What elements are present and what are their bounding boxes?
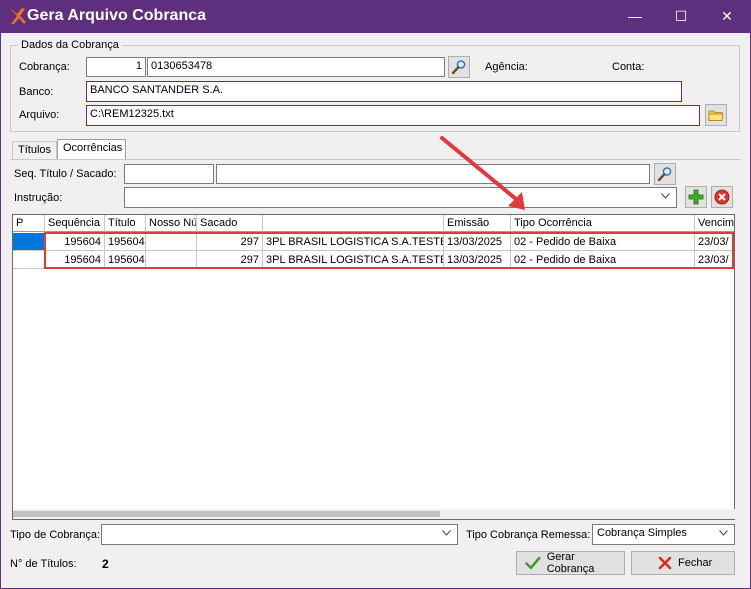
table-cell-sacado[interactable]: 297 <box>197 233 263 251</box>
tipo-remessa-select[interactable]: Cobrança Simples <box>592 524 735 545</box>
close-button[interactable]: ✕ <box>704 0 750 33</box>
table-cell-sequencia[interactable]: 195604 <box>45 251 105 269</box>
chevron-down-icon <box>661 193 670 199</box>
search-sacado-button[interactable] <box>654 163 676 185</box>
table-cell-sacado[interactable]: 297 <box>197 251 263 269</box>
search-cobranca-button[interactable] <box>448 56 470 78</box>
chevron-down-icon <box>719 530 728 536</box>
folder-icon <box>708 110 724 121</box>
fechar-button[interactable]: Fechar <box>631 551 735 575</box>
window-title: Gera Arquivo Cobranca <box>27 7 207 24</box>
checkmark-icon <box>525 556 541 570</box>
row-indicator[interactable] <box>13 251 45 269</box>
table-cell-nosso-numero[interactable] <box>146 251 197 269</box>
ntitulos-label: N° de Títulos: <box>10 558 77 570</box>
arquivo-label: Arquivo: <box>19 109 60 121</box>
column-header-p[interactable]: P <box>13 215 45 232</box>
column-header-sacado-nome[interactable] <box>263 215 444 232</box>
minimize-button[interactable]: — <box>612 0 658 33</box>
horizontal-scrollbar[interactable] <box>13 509 735 519</box>
table-cell-tipo-ocorrencia[interactable]: 02 - Pedido de Baixa <box>511 233 695 251</box>
search-icon <box>657 167 672 182</box>
column-header-titulo[interactable]: Título <box>105 215 146 232</box>
column-header-nosso-numero[interactable]: Nosso Nú <box>146 215 197 232</box>
banco-field[interactable]: BANCO SANTANDER S.A. <box>86 81 682 102</box>
ocorrencias-grid[interactable]: P Sequência Título Nosso Nú Sacado Emiss… <box>12 214 735 520</box>
title-bar: Gera Arquivo Cobranca — ☐ ✕ <box>0 0 751 33</box>
column-header-sacado[interactable]: Sacado <box>197 215 263 232</box>
column-header-vencimento[interactable]: Vencim <box>695 215 734 232</box>
cobranca-number-field[interactable]: 0130653478 <box>147 57 445 77</box>
banco-label: Banco: <box>19 86 54 98</box>
scrollbar-thumb[interactable] <box>13 511 440 517</box>
close-icon <box>658 556 672 570</box>
table-cell-tipo-ocorrencia[interactable]: 02 - Pedido de Baixa <box>511 251 695 269</box>
app-logo-icon <box>10 8 26 24</box>
tipo-cobranca-select[interactable] <box>101 524 458 545</box>
agencia-label: Agência: <box>485 61 528 73</box>
instrucao-label: Instrução: <box>14 192 63 204</box>
row-indicator[interactable] <box>13 233 45 251</box>
tab-divider <box>10 159 741 160</box>
table-cell-nosso-numero[interactable] <box>146 233 197 251</box>
table-cell-sequencia[interactable]: 195604 <box>45 233 105 251</box>
chevron-down-icon <box>442 530 451 536</box>
add-instrucao-button[interactable] <box>685 186 707 208</box>
seq-sacado-label: Seq. Título / Sacado: <box>14 168 117 180</box>
ntitulos-value: 2 <box>102 557 109 571</box>
group-title: Dados da Cobrança <box>18 39 122 51</box>
delete-icon <box>714 189 730 205</box>
remove-instrucao-button[interactable] <box>711 186 733 208</box>
gerar-cobranca-button[interactable]: Gerar Cobrança <box>516 551 625 575</box>
column-header-sequencia[interactable]: Sequência <box>45 215 105 232</box>
plus-icon <box>688 189 704 205</box>
table-cell-titulo[interactable]: 195604 <box>105 251 146 269</box>
seq-titulo-field[interactable] <box>124 164 214 184</box>
annotation-arrow-icon <box>440 136 525 210</box>
table-cell-sacado-nome[interactable]: 3PL BRASIL LOGISTICA S.A.TESTE <box>263 251 444 269</box>
cobranca-code-field[interactable]: 1 <box>86 57 146 77</box>
maximize-button[interactable]: ☐ <box>658 0 704 33</box>
gerar-cobranca-label: Gerar Cobrança <box>546 551 595 575</box>
browse-folder-button[interactable] <box>705 104 727 126</box>
instrucao-select[interactable] <box>124 187 677 208</box>
cobranca-label: Cobrança: <box>19 61 70 73</box>
fechar-label: Fechar <box>678 557 713 569</box>
tipo-remessa-label: Tipo Cobrança Remessa: <box>466 529 591 541</box>
tab-ocorrencias[interactable]: Ocorrências <box>57 139 126 159</box>
arquivo-field[interactable]: C:\REM12325.txt <box>86 105 700 126</box>
table-cell-titulo[interactable]: 195604 <box>105 233 146 251</box>
conta-label: Conta: <box>612 61 645 73</box>
table-cell-vencimento[interactable]: 23/03/ <box>695 251 734 269</box>
table-cell-sacado-nome[interactable]: 3PL BRASIL LOGISTICA S.A.TESTE <box>263 233 444 251</box>
table-cell-vencimento[interactable]: 23/03/ <box>695 233 734 251</box>
tipo-cobranca-label: Tipo de Cobrança: <box>10 529 101 541</box>
tab-titulos[interactable]: Títulos <box>12 141 57 159</box>
tipo-remessa-value: Cobrança Simples <box>597 527 687 539</box>
search-icon <box>451 60 466 75</box>
table-cell-emissao[interactable]: 13/03/2025 <box>444 233 511 251</box>
table-cell-emissao[interactable]: 13/03/2025 <box>444 251 511 269</box>
